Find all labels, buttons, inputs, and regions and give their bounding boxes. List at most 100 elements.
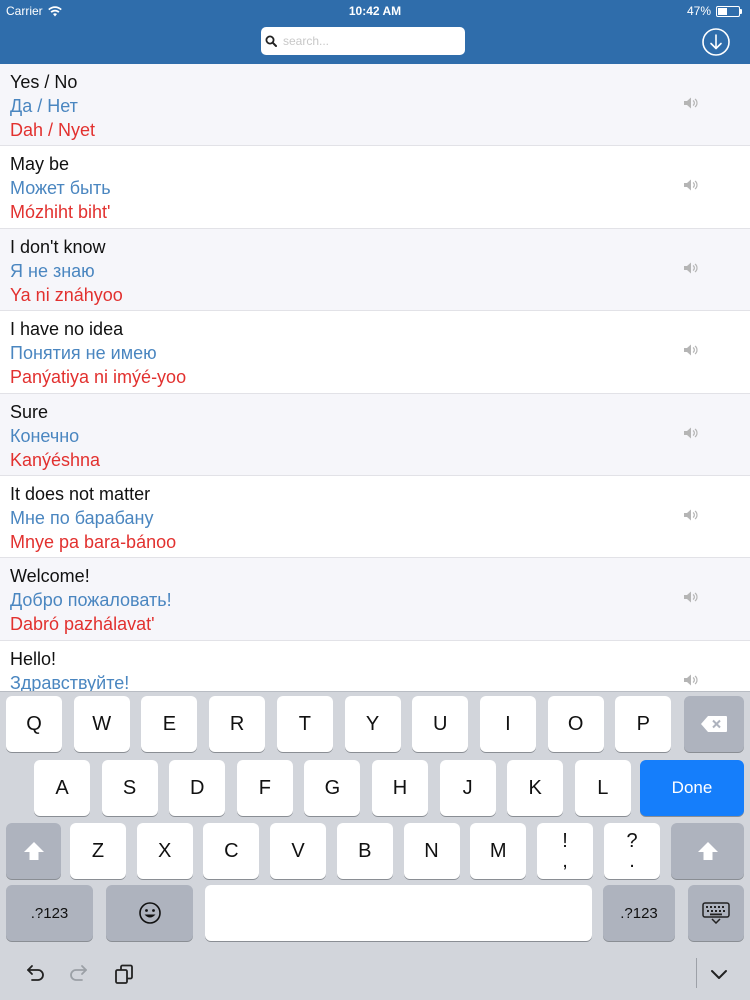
- phrase-english: It does not matter: [10, 483, 151, 504]
- phrase-russian: Добро пожаловать!: [10, 590, 172, 611]
- phrase-row[interactable]: I don't know Я не знаю Ya ni znáhyoo: [0, 228, 750, 312]
- battery-icon: [716, 5, 740, 17]
- phrase-row[interactable]: I have no idea Понятия не имею Panýatiya n…: [0, 311, 750, 394]
- status-bar: Carrier 10:42 AM 47%: [0, 0, 750, 20]
- shift-icon: [697, 842, 718, 860]
- phrase-transliteration: Kanýéshna: [10, 449, 101, 470]
- phrase-russian: Понятия не имею: [10, 343, 157, 364]
- phrase-english: Hello!: [10, 648, 57, 669]
- key-z[interactable]: Z: [70, 823, 126, 879]
- emoji-key[interactable]: [106, 885, 193, 941]
- key-k[interactable]: K: [507, 760, 564, 816]
- key-v[interactable]: V: [270, 823, 327, 879]
- download-icon[interactable]: [701, 27, 731, 57]
- key-w[interactable]: W: [73, 696, 130, 752]
- phrase-list[interactable]: Yes / No Да / Нет Dah / Nyet May be Может бы…: [0, 64, 750, 691]
- key-n[interactable]: N: [403, 823, 460, 879]
- chevron-down-icon[interactable]: [707, 962, 731, 986]
- key-o[interactable]: O: [547, 696, 604, 752]
- emoji-icon: [138, 902, 161, 924]
- phrase-row[interactable]: May be Может быть Mózhiht biht': [0, 146, 750, 229]
- phrase-transliteration: Dah / Nyet: [10, 120, 96, 140]
- phrase-english: Sure: [10, 401, 49, 422]
- key-comma-label: ,: [562, 850, 568, 872]
- keyboard-icon: [702, 902, 730, 924]
- key-r[interactable]: R: [209, 696, 266, 752]
- phrase-english: I don't know: [10, 236, 106, 257]
- speaker-icon[interactable]: [683, 178, 699, 192]
- navigation-bar: Carrier 10:42 AM 47%: [0, 0, 750, 64]
- phrase-english: May be: [10, 154, 70, 175]
- key-question-period[interactable]: ?.: [604, 823, 660, 879]
- phrase-russian: Здравствуйте!: [10, 672, 130, 691]
- key-period-label: .: [629, 850, 635, 872]
- phrase-russian: Да / Нет: [10, 96, 78, 116]
- key-m[interactable]: M: [470, 823, 527, 879]
- key-d[interactable]: D: [169, 760, 226, 816]
- space-key[interactable]: [205, 885, 592, 941]
- clock: 10:42 AM: [348, 4, 402, 18]
- key-t[interactable]: T: [276, 696, 333, 752]
- key-f[interactable]: F: [236, 760, 293, 816]
- speaker-icon[interactable]: [683, 261, 699, 275]
- key-i[interactable]: I: [479, 696, 536, 752]
- phrase-russian: Может быть: [10, 178, 111, 199]
- search-icon: [265, 35, 277, 47]
- key-b[interactable]: B: [336, 823, 393, 879]
- phrase-row[interactable]: Sure Конечно Kanýéshna: [0, 393, 750, 476]
- search-field[interactable]: [261, 27, 465, 55]
- numbers-key-left[interactable]: .?123: [6, 885, 93, 941]
- key-j[interactable]: J: [439, 760, 496, 816]
- shift-key-left[interactable]: [6, 823, 61, 879]
- backspace-icon: [701, 716, 727, 732]
- battery-level: [718, 7, 728, 15]
- phrase-russian: Я не знаю: [10, 260, 95, 281]
- key-y[interactable]: Y: [344, 696, 401, 752]
- key-exclamation-comma[interactable]: !,: [537, 823, 593, 879]
- phrase-row[interactable]: Hello! Здравствуйте!: [0, 640, 750, 691]
- phrase-english: Yes / No: [10, 72, 78, 92]
- key-c[interactable]: C: [203, 823, 260, 879]
- search-input[interactable]: [283, 34, 453, 48]
- key-h[interactable]: H: [372, 760, 428, 816]
- battery-percent: 47%: [686, 4, 711, 18]
- key-x[interactable]: X: [136, 823, 193, 879]
- done-key[interactable]: Done: [640, 760, 744, 816]
- battery-info: 47%: [687, 4, 742, 18]
- phrase-russian: Конечно: [10, 425, 80, 446]
- speaker-icon[interactable]: [683, 343, 699, 357]
- toolbar-divider: [696, 958, 697, 988]
- shift-icon: [23, 842, 44, 860]
- phrase-row[interactable]: Yes / No Да / Нет Dah / Nyet: [0, 64, 750, 147]
- phrase-transliteration: Panýatiya ni imýé-yoo: [10, 367, 187, 388]
- phrase-transliteration: Dabró pazhálavat': [10, 614, 155, 635]
- paste-icon[interactable]: [112, 962, 136, 986]
- speaker-icon[interactable]: [683, 426, 699, 440]
- numbers-key-right[interactable]: .?123: [603, 885, 675, 941]
- key-s[interactable]: S: [101, 760, 158, 816]
- redo-icon[interactable]: [67, 962, 91, 986]
- speaker-icon[interactable]: [683, 590, 699, 604]
- key-l[interactable]: L: [574, 760, 631, 816]
- key-e[interactable]: E: [141, 696, 198, 752]
- phrase-russian: Мне по барабану: [10, 507, 154, 528]
- phrase-english: Welcome!: [10, 566, 90, 587]
- shift-key-right[interactable]: [671, 823, 744, 879]
- backspace-key[interactable]: [684, 696, 744, 752]
- key-a[interactable]: A: [34, 760, 90, 816]
- key-exclamation-label: !: [562, 830, 568, 852]
- key-u[interactable]: U: [412, 696, 469, 752]
- phrase-row[interactable]: It does not matter Мне по барабану Mnye pa…: [0, 475, 750, 559]
- phrase-row[interactable]: Welcome! Добро пожаловать! Dabró pazhálava…: [0, 558, 750, 641]
- phrase-transliteration: Mnye pa bara-bánoo: [10, 531, 177, 552]
- key-question-label: ?: [626, 830, 638, 852]
- speaker-icon[interactable]: [683, 673, 699, 687]
- speaker-icon[interactable]: [683, 508, 699, 522]
- key-g[interactable]: G: [304, 760, 361, 816]
- key-q[interactable]: Q: [6, 696, 62, 752]
- key-p[interactable]: P: [615, 696, 672, 752]
- undo-icon[interactable]: [23, 962, 47, 986]
- speaker-icon[interactable]: [683, 96, 699, 110]
- hide-keyboard-key[interactable]: [688, 885, 744, 941]
- phrase-transliteration: Ya ni znáhyoo: [10, 284, 123, 305]
